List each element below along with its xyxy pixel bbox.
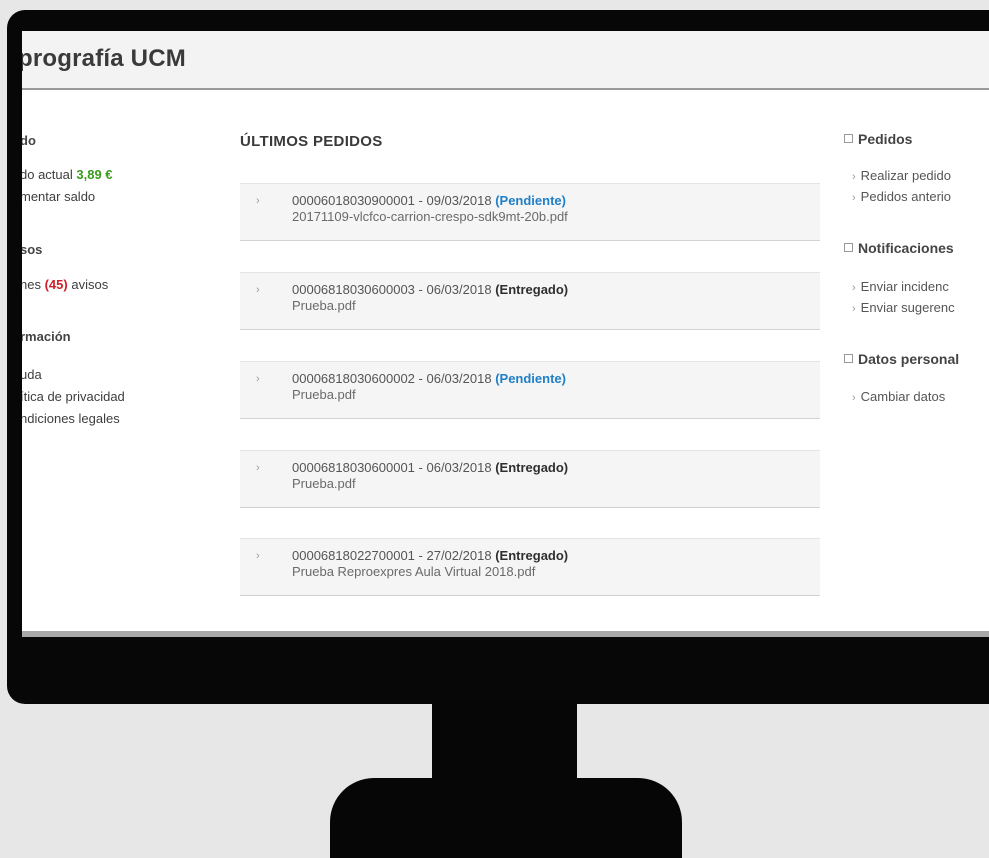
order-date: 09/03/2018 [426,193,492,208]
cambiar-datos-link[interactable]: › Cambiar datos [852,389,945,404]
right-sidebar: Pedidos › Realizar pedido › Pedidos anteri… [844,31,989,637]
chevron-right-icon: › [852,303,856,315]
order-date: 06/03/2018 [426,282,492,297]
avisos-prefix: nes [22,277,41,292]
order-date: 27/02/2018 [426,548,492,563]
left-sidebar: do do actual 3,89 € mentar saldo sos nes… [22,31,222,637]
ultimos-pedidos-title: ÚLTIMOS PEDIDOS [240,133,383,150]
order-summary: 00006818030600001 - 06/03/2018 (Entregad… [292,460,569,475]
collapse-box-icon [844,243,853,252]
order-file: 20171109-vlcfco-carrion-crespo-sdk9mt-20… [292,209,568,224]
collapse-box-icon [844,134,853,143]
order-date: 06/03/2018 [426,371,492,386]
avisos-heading: sos [22,242,43,257]
chevron-right-icon: › [256,373,260,385]
pedidos-heading: Pedidos [844,131,912,147]
order-date: 06/03/2018 [426,460,492,475]
condiciones-legales-link[interactable]: ndiciones legales [22,411,120,426]
order-summary: 00006818030600003 - 06/03/2018 (Entregad… [292,282,569,297]
chevron-right-icon: › [256,462,260,474]
collapse-box-icon [844,354,853,363]
chevron-right-icon: › [852,171,856,183]
order-file: Prueba.pdf [292,298,356,313]
footer-bar [22,631,989,637]
avisos-suffix: avisos [71,277,109,292]
order-summary: 00006018030900001 - 09/03/2018 (Pendient… [292,193,566,208]
chevron-right-icon: › [852,192,856,204]
datos-personales-heading: Datos personal [844,351,959,367]
order-file: Prueba.pdf [292,387,356,402]
enviar-sugerencia-link[interactable]: › Enviar sugerenc [852,300,955,315]
avisos-count: (45) [44,277,68,292]
order-code: 00006818030600003 [292,282,415,297]
realizar-pedido-link[interactable]: › Realizar pedido [852,168,951,183]
order-status: (Entregado) [495,460,569,475]
privacidad-link[interactable]: ítica de privacidad [22,389,125,404]
pedidos-anteriores-link[interactable]: › Pedidos anterio [852,189,951,204]
order-code: 00006818022700001 [292,548,415,563]
saldo-label: do actual [22,167,73,182]
saldo-heading: do [22,133,36,148]
monitor-screen: prografía UCM do do actual 3,89 € mentar… [22,31,989,637]
order-file: Prueba Reproexpres Aula Virtual 2018.pdf [292,564,536,579]
saldo-value: 3,89 € [76,167,113,182]
order-row[interactable]: › 00006018030900001 - 09/03/2018 (Pendie… [240,183,820,241]
notificaciones-heading: Notificaciones [844,240,954,256]
saldo-actual: do actual 3,89 € [22,167,113,182]
chevron-right-icon: › [852,282,856,294]
order-code: 00006818030600002 [292,371,415,386]
order-summary: 00006818022700001 - 27/02/2018 (Entregad… [292,548,569,563]
avisos-link[interactable]: nes (45) avisos [22,277,108,292]
order-status: (Pendiente) [495,371,566,386]
chevron-right-icon: › [256,195,260,207]
chevron-right-icon: › [852,392,856,404]
order-status: (Entregado) [495,548,569,563]
order-row[interactable]: › 00006818030600001 - 06/03/2018 (Entreg… [240,450,820,508]
order-code: 00006818030600001 [292,460,415,475]
order-row[interactable]: › 00006818030600003 - 06/03/2018 (Entreg… [240,272,820,330]
order-row[interactable]: › 00006818022700001 - 27/02/2018 (Entreg… [240,538,820,596]
monitor-stand-base [330,778,682,858]
chevron-right-icon: › [256,284,260,296]
aumentar-saldo-link[interactable]: mentar saldo [22,189,95,204]
order-code: 00006018030900001 [292,193,415,208]
enviar-incidencia-link[interactable]: › Enviar incidenc [852,279,949,294]
chevron-right-icon: › [256,550,260,562]
order-row[interactable]: › 00006818030600002 - 06/03/2018 (Pendie… [240,361,820,419]
informacion-heading: rmación [22,329,71,344]
order-status: (Pendiente) [495,193,566,208]
order-summary: 00006818030600002 - 06/03/2018 (Pendient… [292,371,566,386]
order-status: (Entregado) [495,282,569,297]
ayuda-link[interactable]: uda [22,367,42,382]
order-file: Prueba.pdf [292,476,356,491]
